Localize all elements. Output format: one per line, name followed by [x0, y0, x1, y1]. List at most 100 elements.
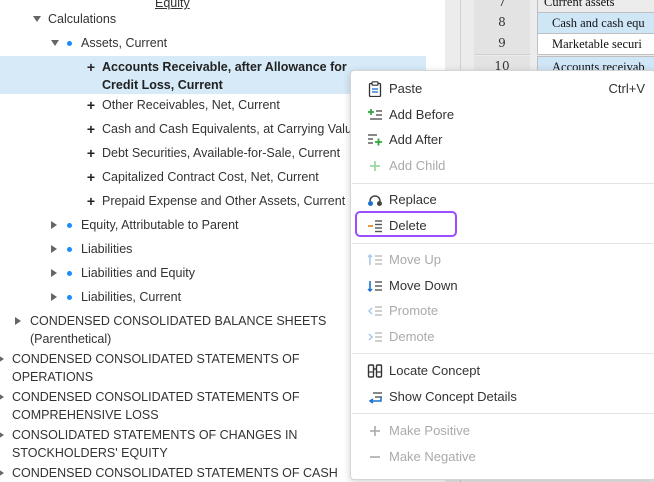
- add-child-icon: [367, 158, 383, 174]
- plus-icon: +: [86, 59, 96, 75]
- tree-item-label: Prepaid Expense and Other Assets, Curren…: [102, 194, 346, 208]
- menu-item-delete[interactable]: Delete: [351, 213, 654, 239]
- concept-dot-icon: [67, 271, 72, 276]
- menu-item-label: Show Concept Details: [389, 389, 517, 404]
- plus-icon: +: [86, 193, 96, 209]
- tree-item-label: Liabilities: [81, 242, 133, 256]
- menu-item-label: Replace: [389, 192, 437, 207]
- tree-item-equity-partial[interactable]: Equity: [155, 0, 190, 12]
- collapse-arrow-icon[interactable]: [51, 40, 59, 46]
- grid-cell[interactable]: Cash and cash equ: [537, 12, 654, 34]
- minus-icon: [367, 449, 383, 465]
- tree-item-assets-current[interactable]: Assets, Current: [51, 34, 167, 52]
- section-label-line1: CONDENSED CONSOLIDATED STATEMENTS OF: [12, 352, 300, 366]
- menu-item-promote: Promote: [351, 298, 654, 324]
- promote-icon: [367, 303, 383, 319]
- add-after-icon: [367, 132, 383, 148]
- delete-icon: [367, 218, 383, 234]
- context-menu: Paste Ctrl+V Add Before Add After Add Ch…: [350, 70, 654, 480]
- expand-arrow-icon[interactable]: [0, 431, 4, 439]
- menu-item-label: Add Child: [389, 158, 446, 173]
- section-label-line1: CONSOLIDATED STATEMENTS OF CHANGES IN: [12, 428, 298, 442]
- menu-item-label: Promote: [389, 303, 439, 318]
- menu-item-add-child: Add Child: [351, 153, 654, 179]
- menu-separator: [352, 413, 654, 414]
- collapse-arrow-icon[interactable]: [33, 16, 41, 22]
- section-label-line2: (Parenthetical): [30, 332, 112, 346]
- plus-icon: +: [86, 121, 96, 137]
- tree-item-child[interactable]: + Prepaid Expense and Other Assets, Curr…: [85, 192, 345, 210]
- expand-arrow-icon[interactable]: [0, 393, 4, 401]
- tree-item-selected[interactable]: + Accounts Receivable, after Allowance f…: [85, 58, 347, 94]
- tree-item-child[interactable]: + Cash and Cash Equivalents, at Carrying…: [85, 120, 359, 138]
- menu-item-add-after[interactable]: Add After: [351, 127, 654, 153]
- tree-item-label: Debt Securities, Available-for-Sale, Cur…: [102, 146, 341, 160]
- expand-arrow-icon[interactable]: [51, 269, 57, 277]
- grid-row[interactable]: 8 Cash and cash equ: [445, 12, 654, 34]
- binoculars-icon: [367, 363, 383, 379]
- section-label-line1: CONDENSED CONSOLIDATED STATEMENTS OF CAS…: [12, 466, 338, 480]
- tree-item-label: Liabilities, Current: [81, 290, 182, 304]
- tree-item-label: Equity: [155, 0, 190, 10]
- menu-item-label: Add After: [389, 132, 443, 147]
- tree-item-label: Calculations: [48, 12, 117, 26]
- add-before-icon: [367, 107, 383, 123]
- clipboard-icon: [367, 81, 383, 97]
- tree-item-label-line1: Accounts Receivable, after Allowance for: [102, 60, 347, 74]
- menu-item-label: Locate Concept: [389, 363, 481, 378]
- menu-item-paste[interactable]: Paste Ctrl+V: [351, 76, 654, 102]
- expand-arrow-icon[interactable]: [15, 317, 21, 325]
- menu-separator: [352, 243, 654, 244]
- tree-item-sibling[interactable]: Equity, Attributable to Parent: [51, 216, 239, 234]
- menu-item-make-negative: Make Negative: [351, 444, 654, 470]
- concept-dot-icon: [67, 41, 72, 46]
- tree-section[interactable]: CONDENSED CONSOLIDATED STATEMENTS OF OPE…: [0, 350, 300, 386]
- menu-item-move-down[interactable]: Move Down: [351, 273, 654, 299]
- expand-arrow-icon[interactable]: [0, 355, 4, 363]
- concept-dot-icon: [67, 295, 72, 300]
- menu-item-label: Add Before: [389, 107, 455, 122]
- expand-arrow-icon[interactable]: [0, 469, 4, 477]
- tree-item-label: Equity, Attributable to Parent: [81, 218, 239, 232]
- tree-item-label: Cash and Cash Equivalents, at Carrying V…: [102, 122, 359, 136]
- tree-section[interactable]: CONSOLIDATED STATEMENTS OF CHANGES IN ST…: [0, 426, 297, 462]
- grid-cell[interactable]: Marketable securi: [537, 33, 654, 55]
- menu-item-label: Demote: [389, 329, 435, 344]
- menu-item-make-positive: Make Positive: [351, 418, 654, 444]
- menu-item-locate-concept[interactable]: Locate Concept: [351, 358, 654, 384]
- tree-item-sibling[interactable]: Liabilities, Current: [51, 288, 181, 306]
- menu-item-add-before[interactable]: Add Before: [351, 102, 654, 128]
- tree-item-calculations[interactable]: Calculations: [33, 10, 116, 28]
- menu-separator: [352, 353, 654, 354]
- section-label-line2: COMPREHENSIVE LOSS: [12, 408, 159, 422]
- expand-arrow-icon[interactable]: [51, 245, 57, 253]
- details-icon: [367, 389, 383, 405]
- replace-icon: [367, 192, 383, 208]
- expand-arrow-icon[interactable]: [51, 221, 57, 229]
- plus-icon: +: [86, 145, 96, 161]
- menu-item-demote: Demote: [351, 324, 654, 350]
- menu-item-replace[interactable]: Replace: [351, 187, 654, 213]
- menu-item-label: Make Positive: [389, 423, 470, 438]
- tree-section[interactable]: CONDENSED CONSOLIDATED BALANCE SHEETS (P…: [15, 312, 326, 348]
- menu-item-move-up: Move Up: [351, 247, 654, 273]
- tree-item-label: Liabilities and Equity: [81, 266, 195, 280]
- tree-section[interactable]: CONDENSED CONSOLIDATED STATEMENTS OF CAS…: [0, 464, 338, 482]
- tree-item-child[interactable]: + Debt Securities, Available-for-Sale, C…: [85, 144, 340, 162]
- demote-icon: [367, 329, 383, 345]
- tree-section[interactable]: CONDENSED CONSOLIDATED STATEMENTS OF COM…: [0, 388, 300, 424]
- section-label-line2: OPERATIONS: [12, 370, 94, 384]
- expand-arrow-icon[interactable]: [51, 293, 57, 301]
- menu-item-label: Make Negative: [389, 449, 476, 464]
- menu-item-show-concept-details[interactable]: Show Concept Details: [351, 384, 654, 410]
- grid-row[interactable]: 9 Marketable securi: [445, 33, 654, 55]
- tree-item-sibling[interactable]: Liabilities: [51, 240, 132, 258]
- tree-item-sibling[interactable]: Liabilities and Equity: [51, 264, 195, 282]
- shortcut-label: Ctrl+V: [608, 81, 645, 96]
- row-number: 9: [474, 33, 530, 55]
- concept-dot-icon: [67, 247, 72, 252]
- tree-item-child[interactable]: + Other Receivables, Net, Current: [85, 96, 280, 114]
- tree-item-label: Capitalized Contract Cost, Net, Current: [102, 170, 319, 184]
- menu-item-label: Move Up: [389, 252, 442, 267]
- tree-item-child[interactable]: + Capitalized Contract Cost, Net, Curren…: [85, 168, 319, 186]
